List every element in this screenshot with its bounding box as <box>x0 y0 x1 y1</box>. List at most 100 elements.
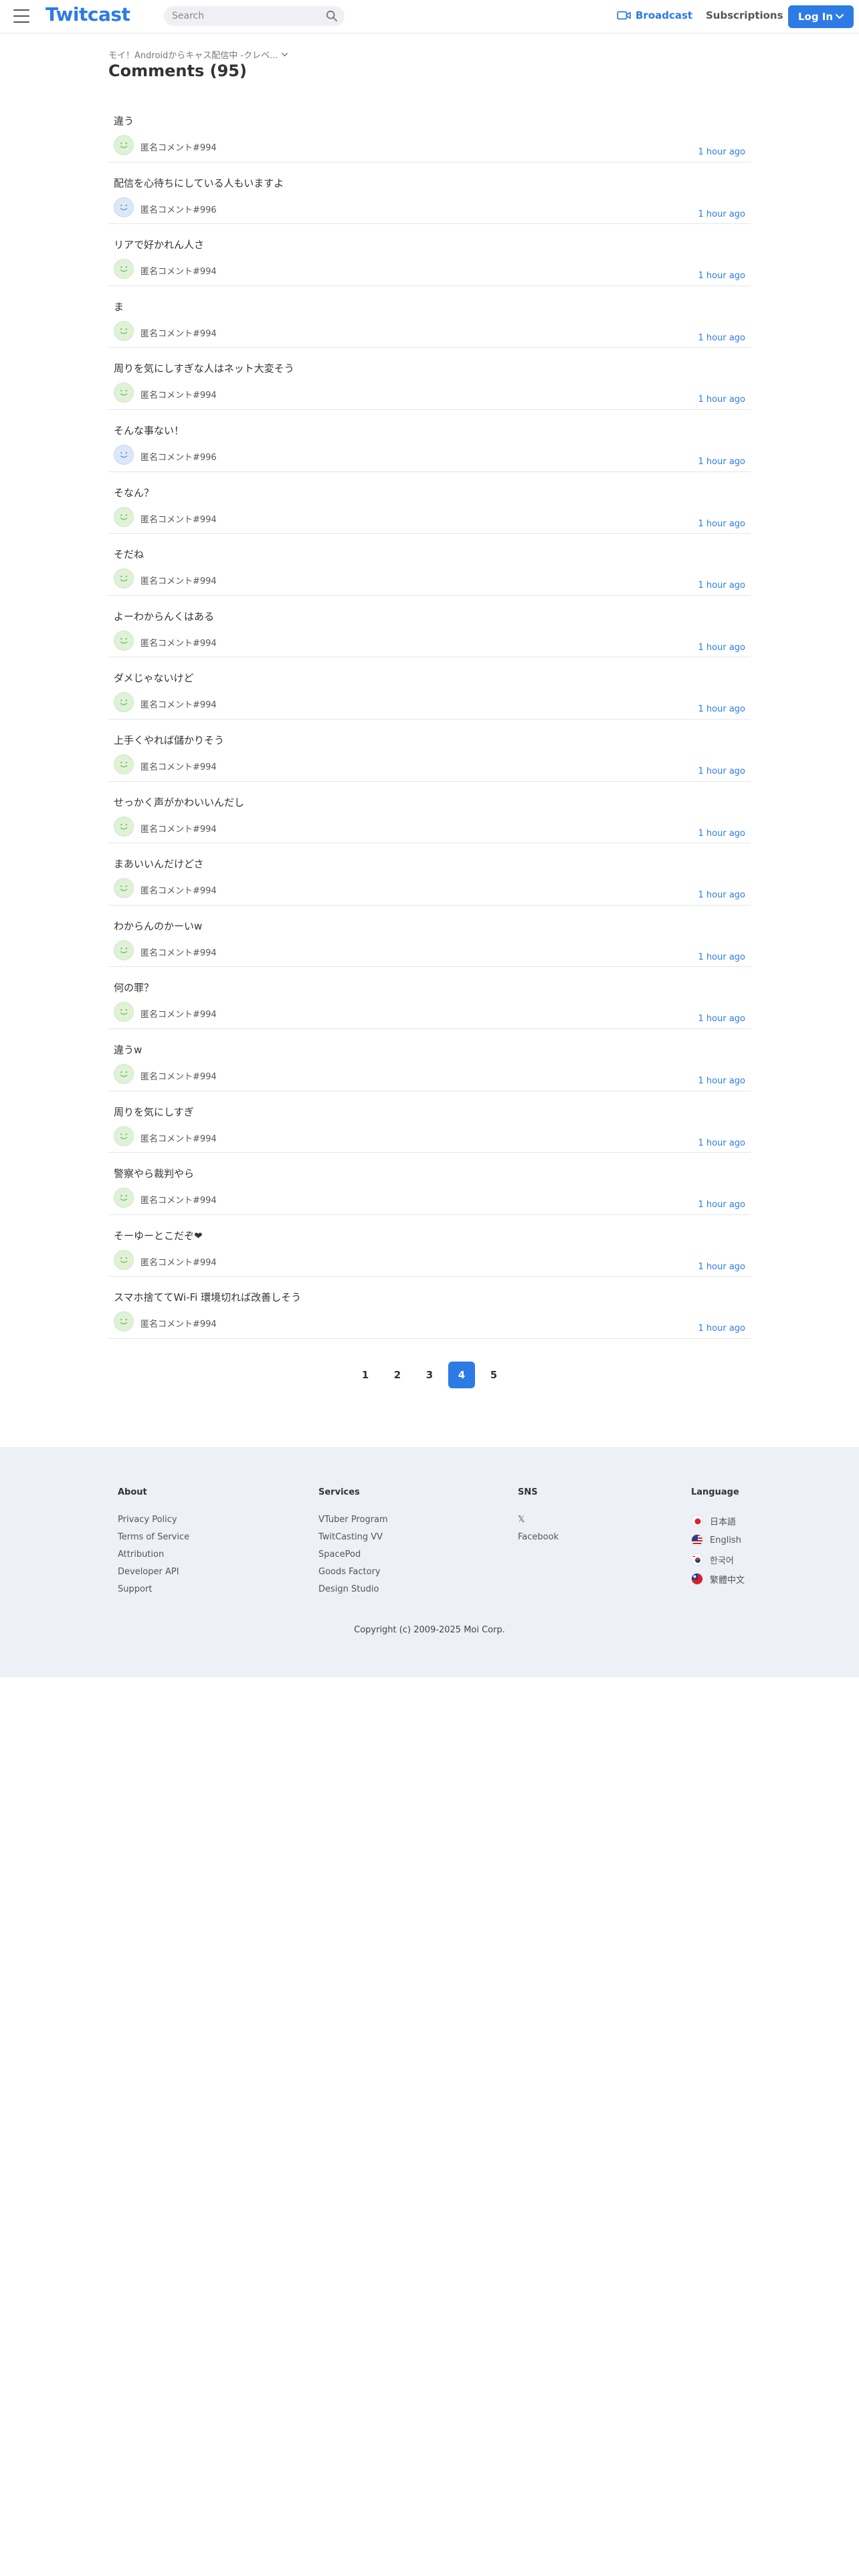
flag-jp-icon <box>691 1515 703 1527</box>
comment-timestamp[interactable]: 1 hour ago <box>698 1323 745 1333</box>
language-option-us[interactable]: English <box>691 1534 745 1546</box>
comment-timestamp[interactable]: 1 hour ago <box>698 333 745 343</box>
page-5-button[interactable]: 5 <box>480 1362 507 1388</box>
avatar-icon[interactable] <box>114 1063 134 1084</box>
footer-about-link[interactable]: Privacy Policy <box>118 1515 189 1525</box>
avatar-icon[interactable] <box>114 383 134 403</box>
comment-author[interactable]: 匿名コメント#994 <box>140 574 217 586</box>
comment-timestamp[interactable]: 1 hour ago <box>698 1076 745 1086</box>
comment-author[interactable]: 匿名コメント#994 <box>140 326 217 339</box>
page-4-button[interactable]: 4 <box>448 1362 475 1388</box>
avatar-icon[interactable] <box>114 816 134 837</box>
subscriptions-link[interactable]: Subscriptions <box>706 9 783 21</box>
comment-author[interactable]: 匿名コメント#994 <box>140 1132 217 1144</box>
search-input[interactable] <box>172 11 319 21</box>
comment-author[interactable]: 匿名コメント#996 <box>140 203 217 215</box>
avatar-icon[interactable] <box>114 692 134 713</box>
comment-author[interactable]: 匿名コメント#994 <box>140 388 217 401</box>
comment-item: ダメじゃないけど 匿名コメント#994 1 hour ago <box>108 657 751 720</box>
avatar-icon[interactable] <box>114 444 134 465</box>
comment-timestamp[interactable]: 1 hour ago <box>698 890 745 900</box>
avatar-icon[interactable] <box>114 259 134 280</box>
language-option-kr[interactable]: 한국어 <box>691 1553 745 1566</box>
avatar-icon[interactable] <box>114 197 134 217</box>
search-bar[interactable] <box>164 6 345 26</box>
avatar-icon[interactable] <box>114 1188 134 1208</box>
comment-timestamp[interactable]: 1 hour ago <box>698 1262 745 1272</box>
avatar-icon[interactable] <box>114 506 134 527</box>
footer-sns-link[interactable]: 𝕏 <box>518 1515 559 1525</box>
comment-author[interactable]: 匿名コメント#994 <box>140 512 217 525</box>
avatar-icon[interactable] <box>114 1125 134 1146</box>
comment-author[interactable]: 匿名コメント#994 <box>140 697 217 710</box>
footer-services-link[interactable]: TwitCasting VV <box>318 1532 388 1542</box>
comment-author[interactable]: 匿名コメント#994 <box>140 1255 217 1268</box>
comment-text: よーわからんくはある <box>114 610 215 623</box>
comment-timestamp[interactable]: 1 hour ago <box>698 829 745 839</box>
comment-author[interactable]: 匿名コメント#994 <box>140 1317 217 1329</box>
avatar-icon[interactable] <box>114 1249 134 1270</box>
avatar-icon[interactable] <box>114 320 134 341</box>
top-nav-bar: Twitcast Broadcast Subscriptions Log In <box>0 0 859 33</box>
comment-timestamp[interactable]: 1 hour ago <box>698 1200 745 1210</box>
broadcast-link[interactable]: Broadcast <box>617 9 692 21</box>
footer-about-link[interactable]: Support <box>118 1584 189 1594</box>
comment-timestamp[interactable]: 1 hour ago <box>698 395 745 405</box>
comment-author[interactable]: 匿名コメント#994 <box>140 636 217 649</box>
comment-timestamp[interactable]: 1 hour ago <box>698 704 745 714</box>
comment-author[interactable]: 匿名コメント#994 <box>140 883 217 896</box>
comment-author[interactable]: 匿名コメント#994 <box>140 1007 217 1020</box>
footer-services-link[interactable]: Design Studio <box>318 1584 388 1594</box>
comment-author[interactable]: 匿名コメント#994 <box>140 822 217 835</box>
language-option-tw[interactable]: 繁體中文 <box>691 1573 745 1586</box>
comment-timestamp[interactable]: 1 hour ago <box>698 766 745 776</box>
avatar-icon[interactable] <box>114 940 134 960</box>
comment-timestamp[interactable]: 1 hour ago <box>698 457 745 467</box>
comment-text: リアで好かれん人さ <box>114 239 205 251</box>
comment-item: そーゆーとこだぞ❤ 匿名コメント#994 1 hour ago <box>108 1215 751 1277</box>
page-2-button[interactable]: 2 <box>384 1362 411 1388</box>
page-3-button[interactable]: 3 <box>416 1362 443 1388</box>
twitcast-logo[interactable]: Twitcast <box>45 3 130 25</box>
avatar-icon[interactable] <box>114 1002 134 1023</box>
avatar-icon[interactable] <box>114 878 134 899</box>
page-1-button[interactable]: 1 <box>352 1362 379 1388</box>
avatar-icon[interactable] <box>114 754 134 774</box>
comment-timestamp[interactable]: 1 hour ago <box>698 519 745 529</box>
comment-timestamp[interactable]: 1 hour ago <box>698 952 745 962</box>
footer-services-link[interactable]: Goods Factory <box>318 1567 388 1577</box>
comment-text: スマホ捨ててWi-Fi 環境切れば改善しそう <box>114 1291 302 1304</box>
footer-services-link[interactable]: SpacePod <box>318 1549 388 1560</box>
comment-author[interactable]: 匿名コメント#996 <box>140 450 217 463</box>
comment-timestamp[interactable]: 1 hour ago <box>698 580 745 591</box>
comment-author[interactable]: 匿名コメント#994 <box>140 1193 217 1206</box>
search-icon[interactable] <box>326 10 338 22</box>
comment-author[interactable]: 匿名コメント#994 <box>140 760 217 772</box>
footer-services-link[interactable]: VTuber Program <box>318 1515 388 1525</box>
footer-sns-link[interactable]: Facebook <box>518 1532 559 1542</box>
footer-about-link[interactable]: Attribution <box>118 1549 189 1560</box>
avatar-icon[interactable] <box>114 135 134 155</box>
language-option-jp[interactable]: 日本語 <box>691 1515 745 1527</box>
avatar-icon[interactable] <box>114 630 134 651</box>
avatar-icon[interactable] <box>114 1311 134 1332</box>
avatar-icon[interactable] <box>114 568 134 589</box>
comment-text: そーゆーとこだぞ❤ <box>114 1229 203 1242</box>
comment-author[interactable]: 匿名コメント#994 <box>140 264 217 277</box>
footer-about-link[interactable]: Developer API <box>118 1567 189 1577</box>
hamburger-menu-icon[interactable] <box>13 9 29 23</box>
footer-about-link[interactable]: Terms of Service <box>118 1532 189 1542</box>
comment-author[interactable]: 匿名コメント#994 <box>140 1069 217 1082</box>
comment-timestamp[interactable]: 1 hour ago <box>698 271 745 281</box>
comment-timestamp[interactable]: 1 hour ago <box>698 1138 745 1148</box>
comment-author[interactable]: 匿名コメント#994 <box>140 946 217 958</box>
comment-timestamp[interactable]: 1 hour ago <box>698 1014 745 1024</box>
login-button[interactable]: Log In <box>788 5 854 28</box>
breadcrumb[interactable]: モイ！Androidからキャス配信中 -クレベ... <box>108 48 288 61</box>
comment-timestamp[interactable]: 1 hour ago <box>698 209 745 219</box>
comment-timestamp[interactable]: 1 hour ago <box>698 643 745 653</box>
comment-text: 違う <box>114 115 134 127</box>
comment-timestamp[interactable]: 1 hour ago <box>698 147 745 157</box>
comment-text: わからんのかーいw <box>114 920 203 932</box>
comment-author[interactable]: 匿名コメント#994 <box>140 140 217 153</box>
